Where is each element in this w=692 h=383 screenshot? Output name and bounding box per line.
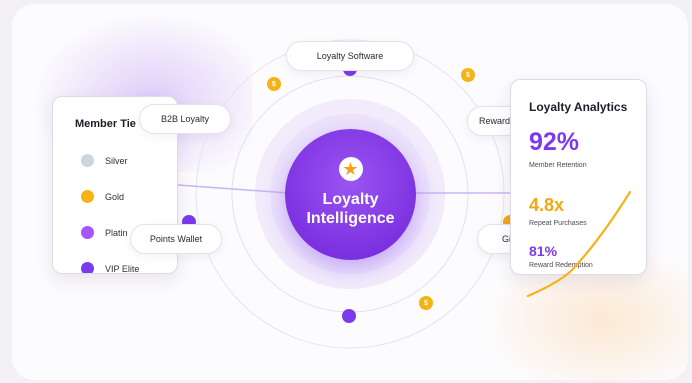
metric-label-repeat: Repeat Purchases <box>529 220 587 227</box>
tier-dot <box>81 190 94 203</box>
coin-icon: $ <box>461 68 475 82</box>
tier-label: Silver <box>105 155 128 166</box>
hub-title: Loyalty Intelligence <box>306 191 395 227</box>
metric-value-retention: 92% <box>529 128 580 156</box>
coin-icon: $ <box>419 296 433 310</box>
metric-label-redemption: Reward Redemption <box>529 262 593 269</box>
coin-icon: $ <box>267 77 281 91</box>
tier-label: Gold <box>105 191 125 202</box>
star-icon: ★ <box>338 157 363 181</box>
loyalty-analytics-panel: Loyalty Analytics 92% Member Retention 4… <box>510 79 647 275</box>
tier-dot <box>81 262 94 273</box>
metric-label-retention: Member Retention <box>529 162 587 169</box>
loyalty-intelligence-hub[interactable]: ★ Loyalty Intelligence <box>285 129 416 260</box>
pill-loyalty-software[interactable]: Loyalty Software <box>286 41 414 71</box>
tier-label: VIP Elite <box>105 263 140 274</box>
tier-label: Platin <box>105 227 128 238</box>
pill-b2b-loyalty[interactable]: B2B Loyalty <box>139 104 231 134</box>
tier-item-vip-elite: VIP Elite <box>81 262 140 274</box>
node-dot-bottom <box>342 309 356 323</box>
metric-value-repeat: 4.8x <box>529 195 565 215</box>
metric-value-redemption: 81% <box>529 243 558 259</box>
tier-item-platinum: Platin <box>81 226 128 239</box>
analytics-title: Loyalty Analytics <box>529 100 628 114</box>
tier-dot <box>81 154 94 167</box>
pill-points-wallet[interactable]: Points Wallet <box>130 224 222 254</box>
tier-item-silver: Silver <box>81 154 128 167</box>
tier-item-gold: Gold <box>81 190 124 203</box>
tier-dot <box>81 226 94 239</box>
member-tiers-title: Member Tie <box>75 118 136 130</box>
